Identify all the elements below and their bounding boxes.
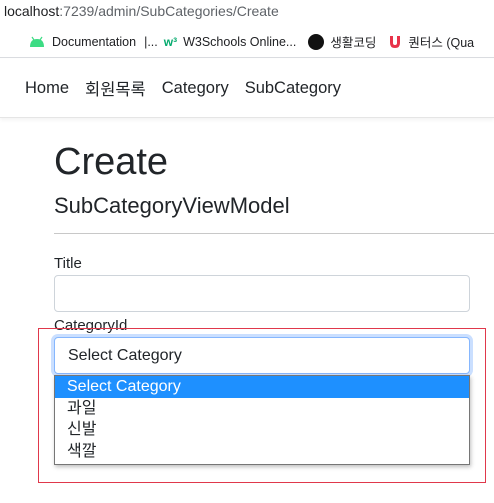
- dropdown-option[interactable]: 색깔: [55, 441, 469, 463]
- circle-icon: [308, 33, 325, 50]
- bookmark-w3schools[interactable]: w³ W3Schools Online...: [164, 35, 297, 49]
- bookmark-label: Documentation: [52, 34, 137, 49]
- nav-category[interactable]: Category: [162, 79, 229, 98]
- address-bar[interactable]: localhost:7239/admin/SubCategories/Creat…: [0, 0, 494, 26]
- title-input[interactable]: [54, 275, 470, 312]
- bookmark-label: W3Schools Online...: [183, 34, 297, 49]
- bookmark-label: 퀀터스 (Qua: [408, 36, 475, 50]
- dropdown-option[interactable]: 신발: [55, 419, 469, 441]
- nav-home[interactable]: Home: [25, 79, 69, 98]
- magnet-icon: [390, 35, 401, 48]
- page-title: Create: [54, 141, 169, 183]
- dropdown-option[interactable]: Select Category: [55, 376, 469, 398]
- bookmark-separator: |...: [144, 34, 158, 49]
- category-label: CategoryId: [54, 317, 128, 334]
- dropdown-option[interactable]: 과일: [55, 398, 469, 420]
- page-subtitle: SubCategoryViewModel: [54, 193, 290, 218]
- bookmark-documentation[interactable]: Documentation: [0, 35, 136, 49]
- bookmark-quanters[interactable]: 퀀터스 (Qua: [388, 32, 474, 51]
- category-dropdown-list: Select Category 과일 신발 색깔: [54, 375, 470, 465]
- title-label: Title: [54, 255, 82, 272]
- w3schools-icon: w³: [163, 34, 178, 49]
- category-select[interactable]: Select Category: [54, 337, 470, 374]
- bookmark-label: 생활코딩: [330, 36, 377, 50]
- bookmarks-bar: Documentation |... w³ W3Schools Online..…: [0, 26, 494, 58]
- url-path: :7239/admin/SubCategories/Create: [59, 3, 279, 19]
- top-navbar: Home 회원목록 Category SubCategory: [0, 59, 494, 118]
- divider: [54, 233, 494, 234]
- android-icon: [30, 36, 44, 47]
- url-host: localhost: [4, 3, 60, 19]
- nav-members[interactable]: 회원목록: [85, 76, 146, 100]
- nav-subcategory[interactable]: SubCategory: [245, 79, 341, 98]
- bookmark-saenghwal[interactable]: 생활코딩: [308, 32, 376, 51]
